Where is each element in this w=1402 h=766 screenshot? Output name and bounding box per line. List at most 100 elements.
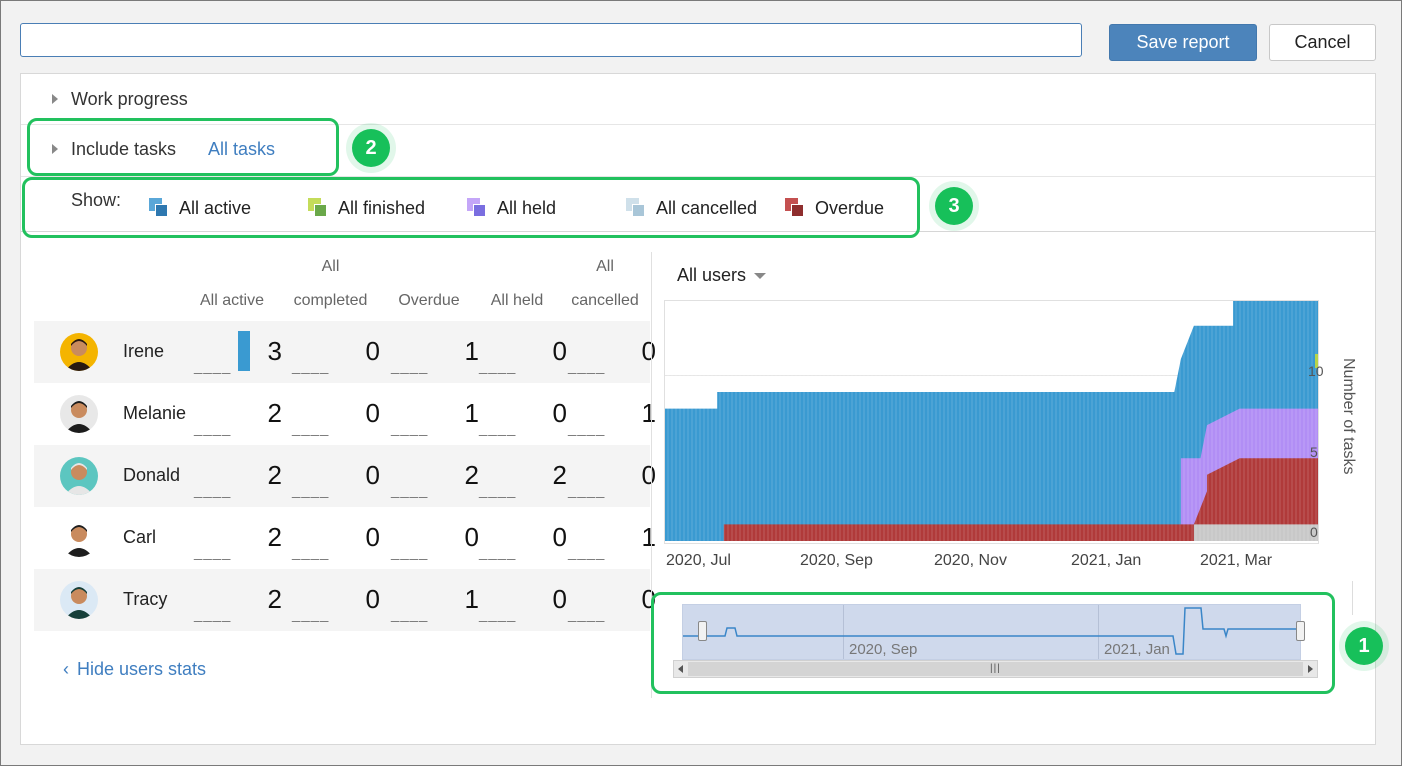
stat-placeholder: ____ [568,606,606,623]
x-tick-label: 2020, Sep [800,552,873,569]
stat-value: 0 [365,584,380,614]
stat-value: 1 [641,522,656,552]
avatar [60,395,98,433]
stat-value: 0 [552,522,567,552]
stat-placeholder: ____ [194,420,232,437]
avatar [60,581,98,619]
stat-value: 3 [267,336,282,366]
stat-cell[interactable]: ____ 0 [292,321,380,383]
stat-placeholder: ____ [391,420,429,437]
user-filter-dropdown[interactable]: All users [677,265,767,286]
avatar [60,457,98,495]
stat-placeholder: ____ [568,482,606,499]
stat-cell[interactable]: ____ 0 [568,321,656,383]
table-row[interactable]: Carl ____ 2 ____ 0 ____ 0 ____ 0 ____ 1 [34,507,656,569]
report-title-input[interactable] [20,23,1082,57]
stat-cell[interactable]: ____ 1 [391,321,479,383]
stat-cell[interactable]: ____ 1 [568,383,656,445]
tasks-chart-svg [665,301,1318,541]
stat-cell[interactable]: ____ 2 [194,507,282,569]
highlight-box-show-filters [22,177,920,238]
user-name: Irene [123,341,165,361]
stat-cell[interactable]: ____ 0 [479,321,567,383]
stat-placeholder: ____ [292,420,330,437]
caret-down-icon [754,273,767,280]
stat-cell[interactable]: ____ 0 [292,383,380,445]
stat-value: 0 [365,460,380,490]
stat-value: 1 [464,398,479,428]
stat-value: 2 [464,460,479,490]
save-report-button[interactable]: Save report [1109,24,1257,61]
stat-cell[interactable]: ____ 2 [194,383,282,445]
col-header-all-held[interactable]: All held [476,250,558,318]
work-progress-label: Work progress [71,89,188,109]
stat-placeholder: ____ [391,544,429,561]
hide-users-stats-link[interactable]: ‹ Hide users stats [63,659,206,680]
table-row[interactable]: Donald ____ 2 ____ 0 ____ 2 ____ 2 ____ 0 [34,445,656,507]
stat-placeholder: ____ [194,606,232,623]
stat-placeholder: ____ [568,420,606,437]
stat-cell[interactable]: ____ 2 [479,445,567,507]
stat-placeholder: ____ [391,606,429,623]
stat-value: 2 [267,584,282,614]
col-header-all-active[interactable]: All active [191,250,273,318]
inline-value-bar [238,331,250,371]
col-header-all-cancelled[interactable]: All cancelled [564,250,646,318]
stat-cell[interactable]: ____ 2 [194,569,282,631]
stat-cell[interactable]: ____ 0 [292,445,380,507]
stat-placeholder: ____ [568,358,606,375]
hide-users-stats-label: Hide users stats [77,659,207,679]
stat-value: 0 [552,336,567,366]
stat-placeholder: ____ [479,482,517,499]
navigator-divider [1352,581,1353,615]
stat-cell[interactable]: ____ 3 [194,321,282,383]
user-name: Carl [123,527,157,547]
stat-value: 2 [552,460,567,490]
table-row[interactable]: Irene ____ 3 ____ 0 ____ 1 ____ 0 ____ 0 [34,321,656,383]
stat-cell[interactable]: ____ 0 [391,507,479,569]
highlight-box-include-tasks [27,118,339,176]
stat-cell[interactable]: ____ 2 [194,445,282,507]
stat-placeholder: ____ [194,482,232,499]
stat-placeholder: ____ [568,544,606,561]
stat-cell[interactable]: ____ 1 [568,507,656,569]
stat-placeholder: ____ [292,606,330,623]
stat-value: 2 [267,522,282,552]
cancel-button[interactable]: Cancel [1269,24,1376,61]
table-row[interactable]: Melanie ____ 2 ____ 0 ____ 1 ____ 0 ____ 1 [34,383,656,445]
chevron-left-icon: ‹ [63,659,69,679]
stat-value: 1 [464,336,479,366]
highlight-box-navigator [651,592,1335,694]
stat-value: 0 [365,522,380,552]
stat-value: 0 [641,460,656,490]
stat-cell[interactable]: ____ 0 [479,507,567,569]
stat-cell[interactable]: ____ 0 [568,445,656,507]
col-header-overdue[interactable]: Overdue [388,250,470,318]
x-tick-label: 2021, Jan [1071,552,1142,569]
tasks-chart[interactable] [664,300,1319,544]
stat-cell[interactable]: ____ 1 [391,569,479,631]
stat-value: 0 [641,336,656,366]
user-name: Tracy [123,589,168,609]
user-filter-label: All users [677,265,747,285]
stat-cell[interactable]: ____ 0 [292,507,380,569]
stat-cell[interactable]: ____ 0 [292,569,380,631]
stat-value: 1 [641,398,656,428]
callout-badge-3: 3 [935,187,973,225]
y-tick-label: 5 [1310,444,1318,460]
stat-cell[interactable]: ____ 0 [479,569,567,631]
stat-cell[interactable]: ____ 0 [568,569,656,631]
stat-cell[interactable]: ____ 0 [479,383,567,445]
stat-value: 1 [464,584,479,614]
stat-cell[interactable]: ____ 2 [391,445,479,507]
avatar [60,333,98,371]
table-row[interactable]: Tracy ____ 2 ____ 0 ____ 1 ____ 0 ____ 0 [34,569,656,631]
stat-value: 2 [267,460,282,490]
col-header-all-completed[interactable]: All completed [283,250,378,318]
callout-badge-2: 2 [352,129,390,167]
stat-placeholder: ____ [479,606,517,623]
stat-value: 0 [464,522,479,552]
expand-arrow-icon[interactable] [52,94,58,104]
x-tick-label: 2020, Nov [934,552,1007,569]
stat-cell[interactable]: ____ 1 [391,383,479,445]
